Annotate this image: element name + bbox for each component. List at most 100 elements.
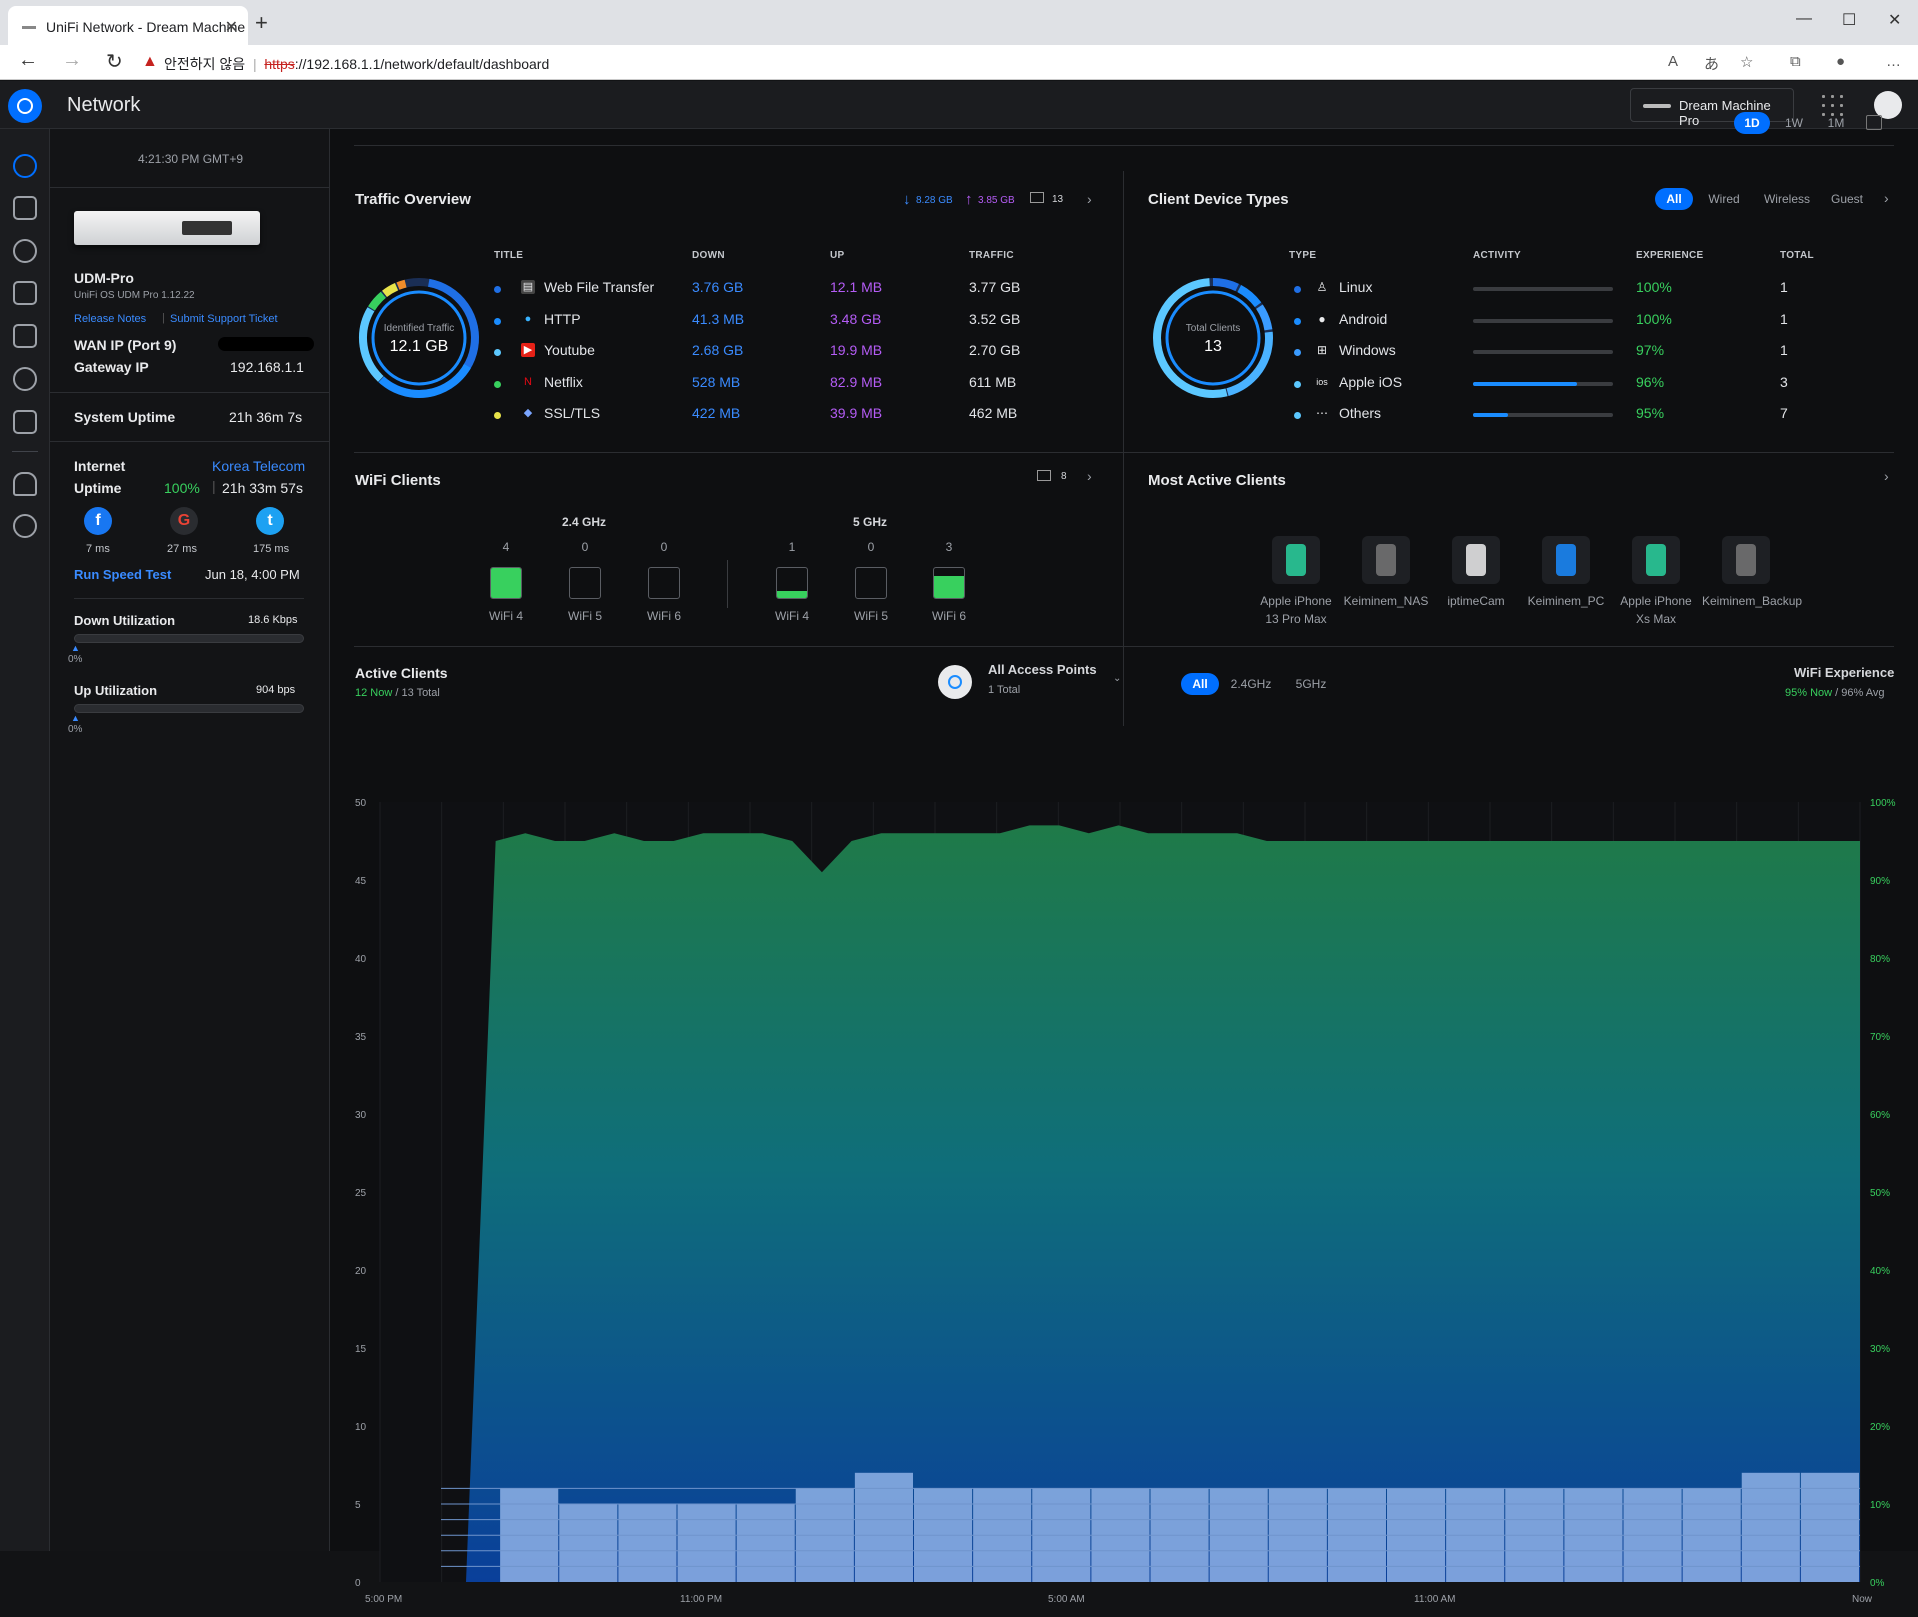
filter-guest[interactable]: Guest (1825, 188, 1869, 210)
wifi-experience-now: 95% Now (1785, 687, 1833, 699)
most-active-client[interactable]: Keiminem_PC (1522, 536, 1610, 610)
android-icon: ● (1318, 311, 1326, 326)
reload-icon[interactable]: ↻ (106, 49, 123, 74)
ios-icon: ios (1316, 376, 1328, 387)
chevron-right-icon[interactable]: › (1087, 468, 1092, 484)
insights-icon[interactable] (13, 367, 37, 391)
client-type-name: Linux (1339, 279, 1373, 295)
access-point-icon[interactable] (938, 665, 972, 699)
tab-title: UniFi Network - Dream Machine (46, 19, 246, 35)
y-tick-right: 0% (1870, 1578, 1885, 1589)
legend-dot (494, 380, 501, 388)
band-5-button[interactable]: 5GHz (1285, 673, 1337, 695)
youtube-icon: ▶ (521, 343, 535, 357)
chevron-right-icon[interactable]: › (1884, 468, 1889, 484)
browser-tab-bar: UniFi Network - Dream Machine ✕ + — ☐ ✕ (0, 0, 1918, 45)
x-tick: 11:00 AM (1414, 1594, 1456, 1605)
chevron-right-icon[interactable]: › (1884, 190, 1889, 206)
y-tick-right: 100% (1870, 798, 1896, 809)
maximize-icon[interactable]: ☐ (1842, 10, 1856, 30)
release-notes-link[interactable]: Release Notes (74, 313, 146, 325)
reports-icon[interactable] (13, 410, 37, 434)
down-total: 8.28 GB (916, 195, 953, 206)
translate-icon[interactable]: あ (1704, 53, 1719, 74)
device-selector-button[interactable]: Dream Machine Pro (1630, 88, 1794, 128)
google-icon: G (170, 507, 198, 535)
more-icon[interactable]: … (1886, 53, 1901, 70)
browser-tab[interactable]: UniFi Network - Dream Machine ✕ (8, 6, 248, 45)
y-tick-right: 30% (1870, 1344, 1890, 1355)
back-icon[interactable]: ← (18, 49, 38, 72)
support-ticket-link[interactable]: Submit Support Ticket (170, 313, 278, 325)
down-utilization-bar (74, 634, 304, 643)
close-window-icon[interactable]: ✕ (1888, 10, 1901, 30)
filter-wired[interactable]: Wired (1702, 188, 1746, 210)
traffic-donut-value: 12.1 GB (389, 338, 449, 355)
favorite-icon[interactable]: ☆ (1740, 53, 1753, 71)
wifi-count: 3 (945, 540, 953, 554)
y-tick-right: 60% (1870, 1110, 1890, 1121)
most-active-client[interactable]: Keiminem_NAS (1342, 536, 1430, 610)
divider (354, 452, 1894, 453)
client-type-name: Apple iOS (1339, 373, 1403, 390)
divider (74, 598, 304, 599)
traffic-app-name: Web File Transfer (544, 279, 655, 295)
band-divider (727, 560, 728, 608)
minimize-icon[interactable]: — (1796, 10, 1812, 28)
topology-icon[interactable] (13, 196, 37, 220)
range-1d-button[interactable]: 1D (1734, 112, 1770, 134)
client-type-name: Others (1339, 405, 1382, 421)
legend-dot (1294, 380, 1301, 388)
filter-all[interactable]: All (1655, 188, 1693, 210)
band-all-button[interactable]: All (1181, 673, 1219, 695)
active-clients-title: Active Clients (355, 665, 448, 681)
devices-icon[interactable] (13, 239, 37, 263)
down-utilization-percent: 0% (68, 654, 83, 665)
unifi-logo-icon[interactable] (8, 89, 42, 123)
run-speed-test-link[interactable]: Run Speed Test (74, 567, 171, 582)
forward-icon[interactable]: → (62, 49, 82, 72)
clients-donut-label: Total Clients (1185, 323, 1241, 334)
gear-icon[interactable] (13, 514, 37, 538)
filter-wireless[interactable]: Wireless (1758, 188, 1816, 210)
most-active-client[interactable]: Keiminem_Backup (1702, 536, 1802, 610)
wifi-clients-count: 8 (1061, 471, 1067, 482)
y-tick-left: 45 (355, 876, 367, 887)
chevron-down-icon[interactable]: ⌄ (1113, 673, 1121, 684)
url-field[interactable]: ▲ 안전하지 않음 | https://192.168.1.1/network/… (140, 49, 1660, 76)
new-tab-button[interactable]: + (255, 10, 268, 36)
active-clients-bar (618, 1504, 677, 1582)
pc-icon (1542, 536, 1590, 584)
access-point-selector[interactable]: All Access Points (988, 662, 1097, 677)
profile-icon[interactable]: ● (1836, 53, 1845, 70)
legend-dot (494, 286, 501, 293)
range-1m-button[interactable]: 1M (1818, 112, 1854, 134)
experience-value: 100% (1636, 310, 1672, 327)
device-shape (1736, 544, 1756, 576)
close-tab-icon[interactable]: ✕ (225, 17, 238, 37)
most-active-client[interactable]: Apple iPhone Xs Max (1612, 536, 1700, 628)
clients-icon[interactable] (13, 281, 37, 305)
bell-icon[interactable] (13, 472, 37, 496)
collections-icon[interactable]: ⧉ (1790, 53, 1801, 70)
active-clients-bar (1741, 1472, 1800, 1582)
read-aloud-icon[interactable]: A (1668, 53, 1678, 70)
legend-dot (494, 317, 501, 325)
gateway-label: Gateway IP (74, 359, 149, 375)
most-active-client[interactable]: iptimeCam (1432, 536, 1520, 610)
active-clients-now: 12 Now (355, 687, 393, 699)
system-uptime-value: 21h 36m 7s (229, 409, 303, 425)
statistics-icon[interactable] (13, 324, 37, 348)
dashboard-icon[interactable] (13, 154, 37, 178)
wifi-count: 1 (788, 540, 796, 554)
calendar-icon[interactable] (1866, 115, 1882, 130)
legend-dot (1294, 412, 1301, 419)
traffic-total: 462 MB (969, 405, 1018, 421)
client-total: 1 (1780, 310, 1788, 327)
device-shape (1376, 544, 1396, 576)
range-1w-button[interactable]: 1W (1776, 112, 1812, 134)
band-24-button[interactable]: 2.4GHz (1225, 673, 1277, 695)
active-clients-bar (736, 1504, 795, 1582)
most-active-client[interactable]: Apple iPhone 13 Pro Max (1252, 536, 1340, 628)
chevron-right-icon[interactable]: › (1087, 191, 1092, 207)
